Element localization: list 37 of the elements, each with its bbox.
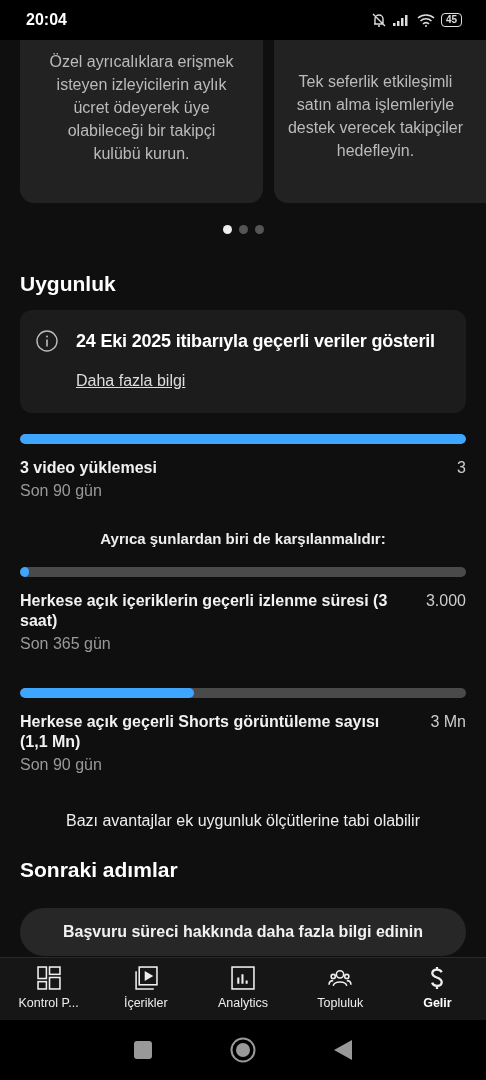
requirement-value: 3 Mn — [430, 712, 466, 732]
requirement-value: 3.000 — [425, 591, 466, 611]
requirement-label: Herkese açık içeriklerin geçerli izlenme süresi (3 saat) — [20, 591, 389, 631]
pager-dot[interactable] — [254, 225, 264, 234]
bar-chart-icon — [231, 966, 255, 990]
section-heading: Uygunluk — [20, 271, 117, 297]
status-time: 20:04 — [26, 11, 67, 29]
wifi-icon — [416, 13, 435, 27]
nav-tab[interactable]: Topluluk — [291, 958, 389, 1020]
home-icon[interactable] — [230, 1037, 256, 1063]
dashboard-icon — [36, 966, 61, 990]
info-icon — [36, 330, 58, 352]
battery-level: 45 — [440, 13, 462, 27]
more-info-link[interactable]: Daha fazla bilgi — [76, 372, 186, 390]
requirement-label: 3 video yüklemesi — [20, 458, 157, 478]
learn-more-button[interactable]: Başvuru süreci hakkında daha fazla bilgi edinin — [20, 908, 466, 956]
card-description: Özel ayrıcalıklara erişmek isteyen izleyicilerin aylık ücret ödeyerek üye olabileceği bir takipçi kulübü kurun. — [48, 52, 235, 164]
card-description: Tek seferlik etkileşimli satın alma işlemleriyle destek verecek takipçiler hedefleyin. — [286, 72, 465, 161]
requirement-label: Herkese açık geçerli Shorts görüntüleme sayısı (1,1 Mn) — [20, 712, 381, 752]
signal-icon — [392, 14, 411, 26]
nav-tab[interactable]: İçerikler — [97, 958, 195, 1020]
requirement-period: Son 90 gün — [20, 482, 102, 500]
requirement-period: Son 365 gün — [20, 635, 111, 653]
pager-dot[interactable] — [222, 225, 232, 234]
back-icon[interactable] — [334, 1040, 352, 1060]
requirement-period: Son 90 gün — [20, 756, 102, 774]
pager-dot[interactable] — [238, 225, 248, 234]
nav-tab[interactable]: Analytics — [194, 958, 292, 1020]
muted-bell-icon — [370, 12, 387, 28]
nav-tab[interactable]: Gelir — [388, 958, 486, 1020]
info-text: 24 Eki 2025 itibarıyla geçerli veriler gösteril — [76, 330, 435, 352]
video-library-icon — [133, 966, 158, 990]
nav-tab[interactable]: Kontrol P... — [0, 958, 98, 1020]
requirement-value: 3 — [457, 458, 466, 478]
footnote-text: Bazı avantajlar ek uygunluk ölçütlerine tabi olabilir — [65, 812, 421, 830]
requirement-note: Ayrıca şunlardan biri de karşılanmalıdır: — [99, 530, 387, 547]
section-heading: Sonraki adımlar — [20, 857, 179, 883]
